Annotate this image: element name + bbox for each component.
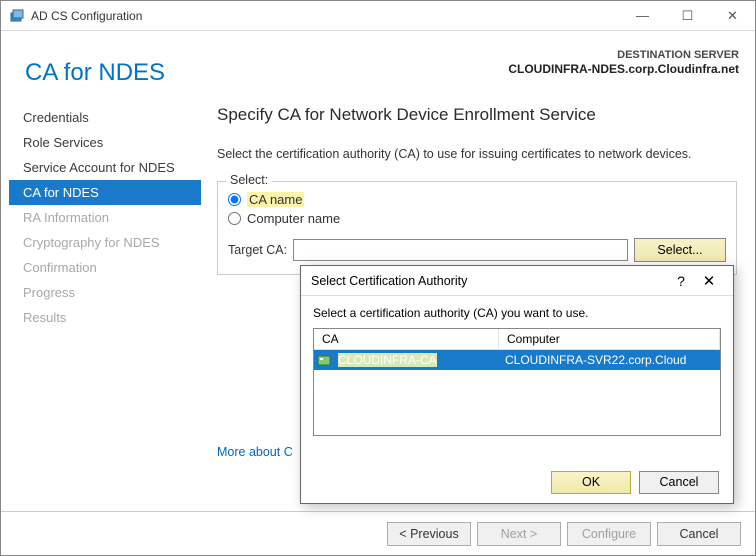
column-computer[interactable]: Computer bbox=[499, 329, 720, 349]
dialog-titlebar: Select Certification Authority ? ✕ bbox=[301, 266, 733, 296]
ca-cell-name: CLOUDINFRA-CA bbox=[332, 350, 499, 370]
configure-button: Configure bbox=[567, 522, 651, 546]
target-ca-input[interactable] bbox=[293, 239, 628, 261]
sidebar-item-progress: Progress bbox=[9, 280, 201, 305]
radio-computer-name[interactable] bbox=[228, 212, 241, 225]
dialog-ok-button[interactable]: OK bbox=[551, 471, 631, 494]
sidebar-item-cryptography: Cryptography for NDES bbox=[9, 230, 201, 255]
select-ca-button[interactable]: Select... bbox=[634, 238, 726, 262]
column-ca[interactable]: CA bbox=[314, 329, 499, 349]
sidebar-item-confirmation: Confirmation bbox=[9, 255, 201, 280]
app-icon bbox=[9, 8, 25, 24]
sidebar-item-ca-for-ndes[interactable]: CA for NDES bbox=[9, 180, 201, 205]
sidebar-item-ra-information: RA Information bbox=[9, 205, 201, 230]
radio-ca-name[interactable] bbox=[228, 193, 241, 206]
select-legend: Select: bbox=[226, 173, 272, 187]
ca-row-icon bbox=[314, 353, 332, 367]
dialog-title: Select Certification Authority bbox=[311, 274, 667, 288]
sidebar-item-credentials[interactable]: Credentials bbox=[9, 105, 201, 130]
minimize-button[interactable]: — bbox=[620, 1, 665, 30]
dialog-cancel-button[interactable]: Cancel bbox=[639, 471, 719, 494]
ca-cell-computer: CLOUDINFRA-SVR22.corp.Cloud bbox=[499, 350, 720, 370]
wizard-footer: < Previous Next > Configure Cancel bbox=[1, 511, 755, 555]
dialog-footer: OK Cancel bbox=[301, 461, 733, 503]
ca-listview[interactable]: CA Computer CLOUDINFRA-CA CLOUDINFRA-SVR… bbox=[313, 328, 721, 436]
more-about-link[interactable]: More about C bbox=[217, 445, 293, 459]
target-ca-label: Target CA: bbox=[228, 243, 287, 257]
help-button[interactable]: ? bbox=[667, 273, 695, 289]
radio-ca-name-label: CA name bbox=[247, 192, 304, 207]
radio-ca-name-row[interactable]: CA name bbox=[228, 190, 726, 209]
select-fieldset: Select: CA name Computer name Target CA:… bbox=[217, 181, 737, 275]
previous-button[interactable]: < Previous bbox=[387, 522, 471, 546]
dialog-close-button[interactable]: ✕ bbox=[695, 272, 723, 290]
close-button[interactable]: ✕ bbox=[710, 1, 755, 30]
radio-computer-name-label: Computer name bbox=[247, 211, 340, 226]
destination-info: DESTINATION SERVER CLOUDINFRA-NDES.corp.… bbox=[508, 49, 739, 87]
select-ca-dialog: Select Certification Authority ? ✕ Selec… bbox=[300, 265, 734, 504]
sidebar-item-role-services[interactable]: Role Services bbox=[9, 130, 201, 155]
ca-list-row[interactable]: CLOUDINFRA-CA CLOUDINFRA-SVR22.corp.Clou… bbox=[314, 350, 720, 370]
main-heading: Specify CA for Network Device Enrollment… bbox=[217, 105, 737, 125]
radio-computer-name-row[interactable]: Computer name bbox=[228, 209, 726, 228]
maximize-button[interactable]: ☐ bbox=[665, 1, 710, 30]
cancel-button[interactable]: Cancel bbox=[657, 522, 741, 546]
destination-server: CLOUDINFRA-NDES.corp.Cloudinfra.net bbox=[508, 62, 739, 76]
main-description: Select the certification authority (CA) … bbox=[217, 147, 737, 161]
header: CA for NDES DESTINATION SERVER CLOUDINFR… bbox=[1, 31, 755, 87]
wizard-sidebar: Credentials Role Services Service Accoun… bbox=[1, 105, 201, 512]
sidebar-item-service-account[interactable]: Service Account for NDES bbox=[9, 155, 201, 180]
destination-label: DESTINATION SERVER bbox=[508, 49, 739, 61]
dialog-description: Select a certification authority (CA) yo… bbox=[313, 306, 721, 320]
window-titlebar: AD CS Configuration — ☐ ✕ bbox=[1, 1, 755, 31]
page-title: CA for NDES bbox=[25, 49, 165, 87]
listview-header: CA Computer bbox=[314, 329, 720, 350]
window-title: AD CS Configuration bbox=[31, 9, 620, 23]
sidebar-item-results: Results bbox=[9, 305, 201, 330]
next-button: Next > bbox=[477, 522, 561, 546]
